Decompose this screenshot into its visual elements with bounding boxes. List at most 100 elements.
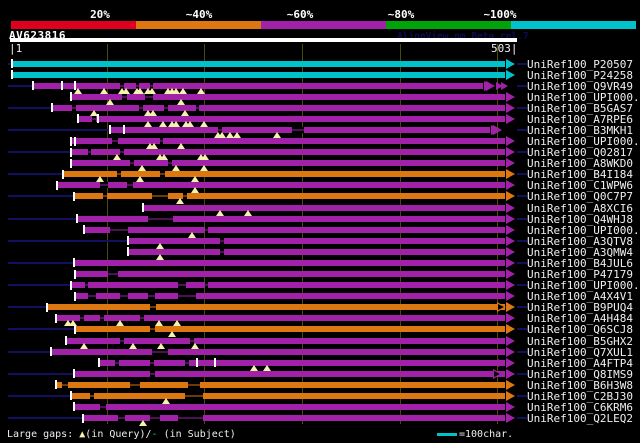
hit-bar (71, 149, 505, 156)
hollow-arrow-inner (498, 304, 504, 311)
bar-gap-line (160, 173, 165, 176)
query-extent-line (8, 128, 110, 131)
segment-tick (56, 180, 58, 190)
query-extent-line (8, 394, 71, 397)
bar-gap-line (118, 417, 125, 420)
bar-gap-line (183, 195, 187, 198)
bar-gap-line (80, 317, 84, 320)
bar-gap-line (150, 306, 156, 309)
segment-tick (214, 358, 216, 368)
segment-tick (46, 302, 48, 312)
row-label: UniRef100_Q2LEQ2 (527, 412, 633, 426)
hit-bar (75, 293, 505, 300)
segment-tick (73, 402, 75, 412)
query-gap-triangle-icon (156, 242, 164, 249)
bar-gap-line (196, 106, 199, 109)
hit-bar (77, 215, 505, 222)
query-extent-dash (517, 284, 527, 287)
bar-gap-line (136, 84, 139, 87)
hit-bar (12, 71, 505, 78)
scale-segment-20% (11, 21, 136, 29)
segment-tick (51, 103, 53, 113)
scale-label-~40%: ~40% (185, 8, 213, 21)
bar-gap-line (88, 151, 91, 154)
query-extent-line (8, 106, 52, 109)
bar-gap-line (178, 417, 203, 420)
grid-line (400, 44, 401, 424)
ruler-end-label: 503| (491, 42, 518, 55)
row-label: UniRef100_Q6SCJ8 (527, 323, 633, 337)
query-extent-line (8, 284, 71, 287)
bar-gap-line (112, 140, 118, 143)
hit-arrow-icon (506, 158, 515, 169)
segment-tick (83, 225, 85, 235)
segment-tick (127, 247, 129, 257)
hit-arrow-icon (506, 136, 515, 147)
bar-gap-line (110, 228, 128, 231)
row-label: UniRef100_Q9VR49 (527, 79, 633, 93)
bar-gap-line (72, 106, 76, 109)
hit-arrow-icon (506, 401, 515, 412)
bar-gap-line (220, 239, 224, 242)
bar-gap-line (108, 273, 118, 276)
hit-bar (71, 93, 505, 100)
bar-gap-line (190, 339, 194, 342)
hit-bar (143, 204, 505, 211)
hit-arrow-icon (506, 357, 515, 368)
row-label: UniRef100_Q4WHJ8 (527, 212, 633, 226)
segment-tick (73, 191, 75, 201)
query-extent-dash (517, 372, 527, 375)
grid-line (302, 44, 303, 424)
query-extent-dash (517, 261, 527, 264)
hollow-arrow-inner (494, 370, 500, 377)
query-extent-line (8, 173, 63, 176)
query-extent-dash (517, 128, 527, 131)
bar-gap-line (148, 295, 155, 298)
bar-gap-line (103, 195, 107, 198)
query-extent-dash (517, 62, 527, 65)
query-gap-triangle-icon (139, 420, 147, 427)
segment-tick (50, 347, 52, 357)
query-extent-dash (517, 106, 527, 109)
segment-tick (70, 391, 72, 401)
query-extent-line (8, 84, 33, 87)
hit-bar (84, 226, 505, 233)
segment-tick (73, 369, 75, 379)
hit-arrow-icon (506, 58, 515, 69)
hit-bar (56, 381, 505, 388)
hit-arrow-icon (506, 147, 515, 158)
query-extent-line (8, 350, 51, 353)
bar-gap-line (168, 162, 172, 165)
query-gap-triangle-icon (201, 154, 209, 161)
bar-gap-line (185, 394, 203, 397)
hit-bar (47, 304, 505, 311)
bar-gap-line (188, 383, 200, 386)
hit-bar (51, 348, 505, 355)
query-gap-triangle-icon (160, 154, 168, 161)
bar-gap-line (205, 228, 208, 231)
segment-tick (11, 70, 13, 80)
bar-gap-line (122, 95, 127, 98)
hit-bar (52, 104, 505, 111)
bar-gap-line (100, 405, 106, 408)
bar-gap-line (62, 383, 68, 386)
bar-gap-line (178, 284, 186, 287)
segment-tick (98, 358, 100, 368)
hit-bar (71, 392, 505, 399)
bar-gap-line (120, 84, 124, 87)
scale-segment-~100% (511, 21, 636, 29)
bar-gap-line (150, 328, 155, 331)
legend-text-prefix: Large gaps: (7, 429, 80, 440)
row-label: UniRef100_Q7XUL1 (527, 345, 633, 359)
row-label: UniRef100_A4FTP4 (527, 356, 633, 370)
hit-arrow-icon (506, 113, 515, 124)
segment-tick (74, 324, 76, 334)
scale-segment-~40% (136, 21, 261, 29)
hit-arrow-icon (506, 413, 515, 424)
grid-line (204, 44, 205, 424)
hit-arrow-icon (506, 169, 515, 180)
segment-tick (196, 358, 198, 368)
bar-gap-line (152, 195, 168, 198)
bar-gap-line (150, 372, 155, 375)
segment-tick (65, 336, 67, 345)
